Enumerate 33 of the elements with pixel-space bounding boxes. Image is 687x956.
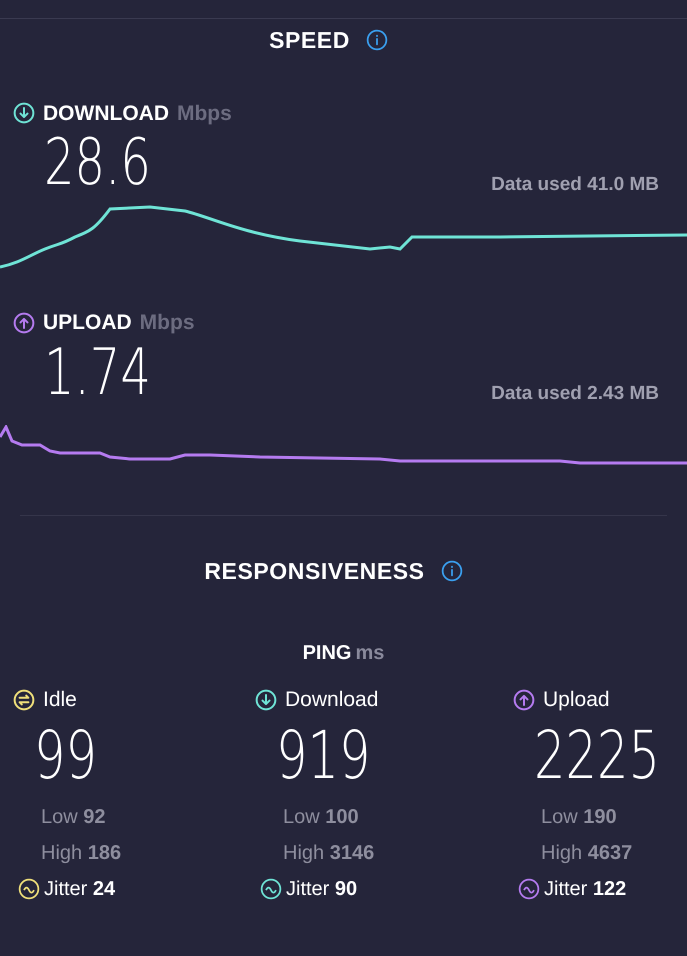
data-used-text: Data used 2.43 MB [491, 382, 659, 406]
ping-stat: High 186 [40, 840, 122, 866]
ping-type-label: Idle [43, 687, 77, 713]
ping-stat: Low 92 [40, 804, 107, 830]
jitter-text: Jitter 90 [286, 876, 358, 902]
speed-value: 28.6 [44, 125, 151, 201]
wave-icon [18, 878, 40, 900]
ping-value: 99 [33, 716, 97, 796]
arrows-icon [13, 688, 35, 711]
data-used-text: Data used 41.0 MB [491, 172, 659, 196]
section-title: SPEED [269, 26, 350, 55]
ping-stat: High 4637 [540, 840, 634, 866]
unit-label: ms [356, 641, 384, 666]
unit-label: Mbps [140, 310, 194, 336]
test-label: DOWNLOAD [43, 100, 169, 126]
ping-value: 919 [275, 716, 370, 796]
ping-stat: High 3146 [282, 840, 376, 866]
jitter-text: Jitter 24 [44, 876, 116, 902]
wave-icon [260, 878, 282, 900]
test-label: UPLOAD [43, 310, 132, 336]
ping-type-label: Upload [543, 687, 610, 713]
ping-stat: Low 100 [282, 804, 360, 830]
ping-type-label: Download [285, 687, 378, 713]
speed-value: 1.74 [44, 334, 151, 410]
unit-label: Mbps [176, 100, 232, 126]
info-icon[interactable] [440, 560, 463, 582]
ping-label: PING [302, 641, 352, 666]
jitter-text: Jitter 122 [544, 876, 626, 902]
section-title: RESPONSIVENESS [204, 556, 425, 586]
ping-value: 2225 [533, 716, 660, 796]
info-icon[interactable] [366, 29, 388, 52]
wave-icon [518, 878, 540, 900]
ping-stat: Low 190 [540, 804, 618, 830]
